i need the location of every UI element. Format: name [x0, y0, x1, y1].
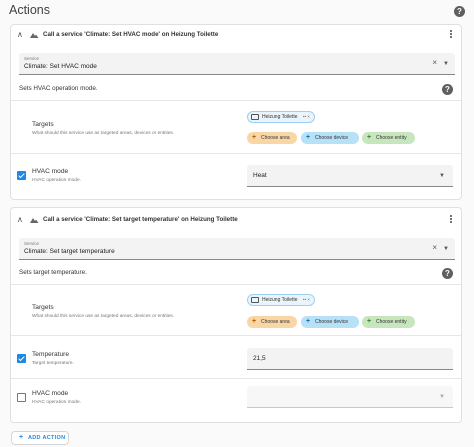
actions-header: Actions ? [9, 3, 465, 19]
hvac-mode-select[interactable]: ▼ [247, 386, 453, 408]
help-icon[interactable]: ? [442, 268, 453, 279]
field-label: HVAC mode [32, 168, 69, 175]
hvac-mode-select[interactable]: Heat ▼ [247, 165, 453, 187]
clear-icon[interactable]: × [432, 244, 437, 252]
device-icon [251, 297, 259, 303]
targets-label: Targets [32, 121, 54, 128]
plus-icon: + [19, 434, 24, 441]
select-value: Heat [253, 172, 267, 179]
target-chip-label: Heizung Toilette [262, 114, 298, 120]
help-icon[interactable]: ? [454, 6, 465, 17]
choose-area-label: Choose area [261, 319, 290, 325]
plus-icon: + [306, 318, 311, 325]
choose-area-button[interactable]: + Choose area [247, 132, 297, 144]
add-action-button[interactable]: + ADD ACTION [11, 431, 69, 445]
choose-device-label: Choose device [315, 319, 349, 325]
section-title: Actions [9, 3, 50, 17]
target-chip-label: Heizung Toilette [262, 297, 298, 303]
choose-entity-label: Choose entity [376, 135, 407, 141]
plus-icon: + [252, 318, 257, 325]
choose-entity-button[interactable]: + Choose entity [362, 316, 415, 328]
device-icon [251, 114, 259, 120]
divider [11, 335, 461, 336]
choose-entity-button[interactable]: + Choose entity [362, 132, 415, 144]
action-card-hvac-mode: ∧ Call a service 'Climate: Set HVAC mode… [10, 24, 462, 200]
chevron-up-icon[interactable]: ∧ [17, 216, 23, 224]
choose-device-button[interactable]: + Choose device [301, 316, 359, 328]
action-title: Call a service 'Climate: Set HVAC mode' … [43, 31, 219, 38]
hvac-mode-checkbox[interactable] [17, 171, 26, 180]
choose-device-button[interactable]: + Choose device [301, 132, 359, 144]
targets-sub: What should this service use as targeted… [32, 131, 175, 136]
input-value: 21,5 [253, 355, 266, 362]
plus-icon: + [367, 134, 372, 141]
service-value: Climate: Set target temperature [24, 248, 115, 255]
plus-icon: + [252, 134, 257, 141]
choose-device-label: Choose device [315, 135, 349, 141]
more-vert-icon[interactable] [450, 215, 453, 224]
field-sub: Target temperature. [32, 361, 74, 366]
field-label: HVAC mode [32, 390, 69, 397]
field-sub: HVAC operation mode. [32, 400, 81, 405]
choose-entity-label: Choose entity [376, 319, 407, 325]
action-card-header[interactable]: ∧ Call a service 'Climate: Set HVAC mode… [11, 28, 461, 44]
add-action-label: ADD ACTION [28, 435, 66, 441]
cloud-icon [30, 33, 39, 38]
dropdown-arrow-icon[interactable]: ▼ [443, 246, 449, 252]
field-sub: HVAC operation mode. [32, 178, 81, 183]
dropdown-arrow-icon[interactable]: ▼ [439, 173, 445, 179]
clear-icon[interactable]: × [432, 59, 437, 67]
help-icon[interactable]: ? [442, 84, 453, 95]
dropdown-arrow-icon[interactable]: ▼ [443, 61, 449, 67]
chip-remove-icon[interactable]: •• × [303, 114, 310, 119]
cloud-icon [30, 218, 39, 223]
service-description: Sets HVAC operation mode. [19, 85, 98, 92]
service-select[interactable]: Service Climate: Set target temperature … [19, 238, 455, 260]
service-label: Service [24, 241, 40, 246]
action-title: Call a service 'Climate: Set target temp… [43, 216, 238, 223]
chip-remove-icon[interactable]: •• × [303, 297, 310, 302]
action-card-target-temperature: ∧ Call a service 'Climate: Set target te… [10, 207, 462, 423]
targets-label: Targets [32, 304, 54, 311]
divider [11, 153, 461, 154]
targets-sub: What should this service use as targeted… [32, 314, 175, 319]
choose-area-button[interactable]: + Choose area [247, 316, 297, 328]
chevron-up-icon[interactable]: ∧ [17, 31, 23, 39]
service-value: Climate: Set HVAC mode [24, 63, 97, 70]
plus-icon: + [306, 134, 311, 141]
temperature-input[interactable]: 21,5 [247, 348, 453, 370]
dropdown-arrow-icon[interactable]: ▼ [439, 394, 445, 400]
temperature-checkbox[interactable] [17, 354, 26, 363]
divider [11, 378, 461, 379]
target-chip[interactable]: Heizung Toilette •• × [247, 111, 315, 123]
choose-area-label: Choose area [261, 135, 290, 141]
service-label: Service [24, 56, 40, 61]
divider [11, 284, 461, 285]
plus-icon: + [367, 318, 372, 325]
field-label: Temperature [32, 351, 70, 358]
hvac-mode-checkbox[interactable] [17, 393, 26, 402]
action-card-header[interactable]: ∧ Call a service 'Climate: Set target te… [11, 213, 461, 229]
target-chip[interactable]: Heizung Toilette •• × [247, 294, 315, 306]
service-select[interactable]: Service Climate: Set HVAC mode × ▼ [19, 53, 455, 75]
divider [11, 100, 461, 101]
service-description: Sets target temperature. [19, 269, 87, 276]
more-vert-icon[interactable] [450, 30, 453, 39]
